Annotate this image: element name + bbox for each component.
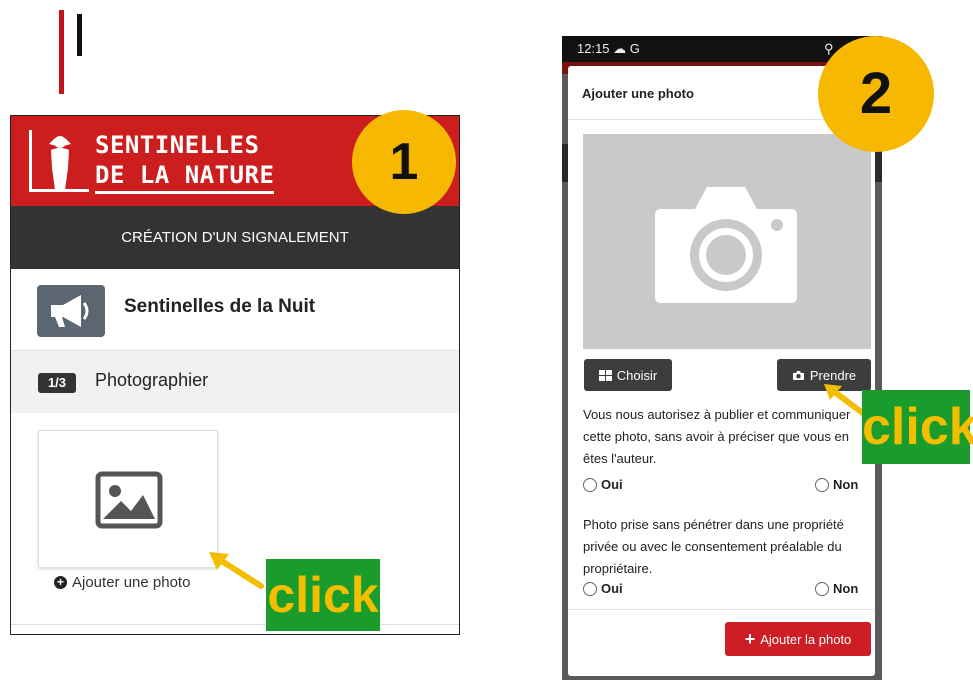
step-row: 1/3 Photographier bbox=[11, 351, 459, 413]
radio-circle[interactable] bbox=[583, 581, 597, 596]
take-label: Prendre bbox=[809, 367, 857, 383]
divider bbox=[568, 609, 875, 610]
step-number-badge-2: 2 bbox=[818, 36, 934, 152]
divider bbox=[11, 624, 459, 625]
modal-title: Ajouter une photo bbox=[582, 86, 694, 101]
radio-no-label: Non bbox=[833, 477, 859, 492]
click-hint-label: click bbox=[862, 390, 973, 464]
radio-circle[interactable] bbox=[815, 581, 829, 596]
radio-circle[interactable] bbox=[583, 477, 597, 492]
add-photo-label: Ajouter une photo bbox=[72, 574, 191, 591]
radio-circle[interactable] bbox=[815, 477, 829, 492]
cloud-icon: ☁ bbox=[613, 41, 627, 56]
plus-icon: + bbox=[744, 629, 756, 649]
choose-label: Choisir bbox=[616, 367, 658, 383]
project-row: Sentinelles de la Nuit bbox=[11, 269, 459, 351]
radio-yes-label: Oui bbox=[601, 477, 623, 492]
brand-name: SENTINELLES DE LA NATURE bbox=[95, 130, 275, 194]
plus-circle-icon: + bbox=[54, 576, 67, 589]
image-icon bbox=[95, 471, 163, 529]
arrow-icon bbox=[209, 552, 264, 589]
decorative-red-bar bbox=[59, 10, 64, 94]
choose-photo-button[interactable]: Choisir bbox=[584, 359, 672, 391]
project-title: Sentinelles de la Nuit bbox=[124, 296, 316, 317]
click-hint-label: click bbox=[266, 559, 380, 631]
camera-icon bbox=[655, 187, 797, 303]
step-number-badge-1: 1 bbox=[352, 110, 456, 214]
add-photo-link[interactable]: + Ajouter une photo bbox=[54, 574, 190, 591]
brand-line-1: SENTINELLES bbox=[95, 131, 260, 159]
radio-group-property: Oui Non bbox=[583, 579, 863, 599]
status-time-text: 12:15 bbox=[577, 41, 610, 56]
status-extra: G bbox=[629, 41, 640, 56]
add-photo-button-label: Ajouter la photo bbox=[760, 631, 852, 647]
megaphone-icon bbox=[37, 285, 105, 337]
add-photo-button[interactable]: + Ajouter la photo bbox=[725, 622, 871, 656]
step-label: Photographier bbox=[95, 370, 209, 390]
add-photo-modal: Ajouter une photo Choisir Prendre Vous n… bbox=[568, 66, 875, 676]
photo-picker-card[interactable] bbox=[38, 430, 218, 568]
radio-yes-label: Oui bbox=[601, 581, 623, 596]
radio-group-publish: Oui Non bbox=[583, 475, 863, 495]
photo-preview bbox=[583, 134, 871, 349]
status-time: 12:15 ☁ G bbox=[577, 41, 640, 57]
radio-yes-property[interactable]: Oui bbox=[583, 581, 623, 596]
brand-line-2: DE LA NATURE bbox=[95, 160, 275, 194]
page-title: CRÉATION D'UN SIGNALEMENT bbox=[11, 206, 459, 269]
radio-no-label: Non bbox=[833, 581, 859, 596]
consent-question-property: Photo prise sans pénétrer dans une propr… bbox=[583, 517, 844, 576]
radio-no-publish[interactable]: Non bbox=[815, 477, 858, 492]
camera-small-icon bbox=[792, 370, 804, 380]
decorative-black-bar bbox=[77, 14, 82, 56]
step-badge: 1/3 bbox=[38, 373, 76, 393]
radio-no-property[interactable]: Non bbox=[815, 581, 858, 596]
radio-yes-publish[interactable]: Oui bbox=[583, 477, 623, 492]
grid-icon bbox=[598, 369, 612, 381]
logo-person-icon bbox=[49, 136, 71, 190]
